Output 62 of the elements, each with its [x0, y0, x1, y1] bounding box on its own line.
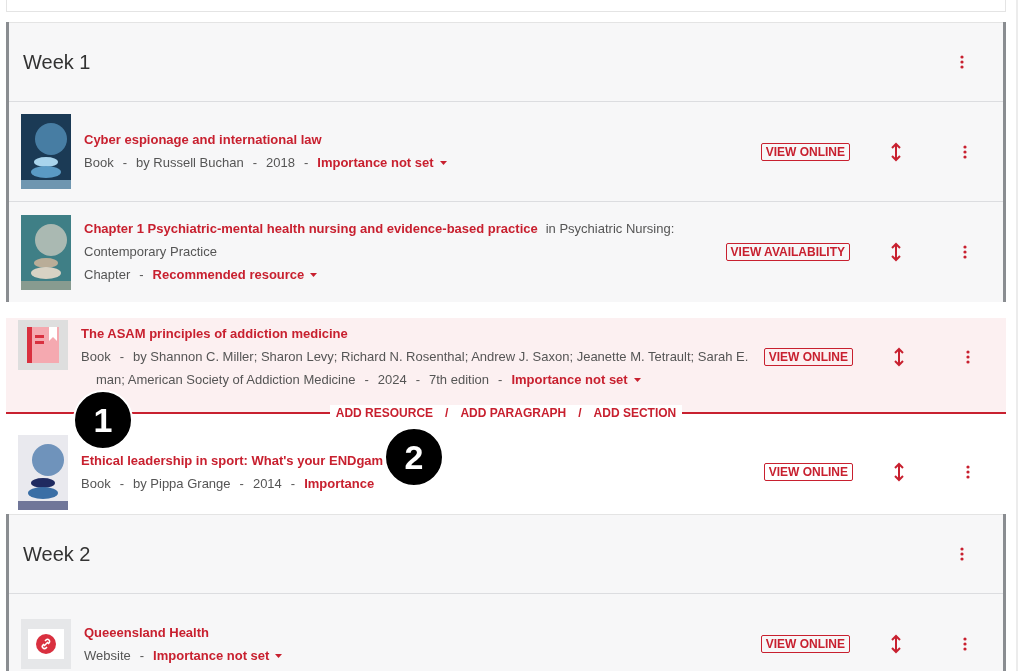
year: 2018: [266, 155, 295, 170]
year: 2024: [377, 372, 407, 387]
add-link[interactable]: ADD RESOURCE: [335, 405, 434, 421]
importance-dropdown[interactable]: Recommended resource: [152, 266, 318, 284]
action-button[interactable]: VIEW ONLINE: [763, 348, 853, 366]
edition: 7th edition: [429, 372, 490, 387]
add-link[interactable]: ADD PARAGRAPH: [460, 405, 567, 421]
action-button[interactable]: VIEW AVAILABILITY: [725, 243, 850, 261]
resource-type: Chapter: [84, 267, 131, 282]
resource-title[interactable]: Chapter 1 Psychiatric-mental health nursing and evidence-based practice: [84, 220, 538, 238]
resource-context: Contemporary Practice: [84, 243, 217, 261]
action-button[interactable]: VIEW ONLINE: [763, 463, 853, 481]
resource-type: Website: [84, 647, 131, 663]
section-title: Week 2: [23, 542, 91, 567]
action-button[interactable]: VIEW ONLINE: [760, 142, 850, 161]
separator: -: [239, 475, 244, 491]
importance-dropdown[interactable]: Importance: [304, 474, 375, 493]
separator: -: [364, 372, 369, 387]
importance-dropdown[interactable]: Importance not set: [153, 646, 283, 665]
importance-dropdown[interactable]: Importance not set: [317, 154, 447, 172]
section-title: Week 1: [23, 50, 91, 75]
separator: -: [119, 475, 124, 491]
separator: /: [578, 405, 582, 421]
separator: -: [498, 372, 503, 387]
reorder-icon[interactable]: [890, 634, 902, 654]
more-options-icon[interactable]: [964, 349, 972, 365]
reorder-icon[interactable]: [893, 462, 905, 482]
more-options-icon[interactable]: [961, 143, 969, 160]
reorder-icon[interactable]: [890, 242, 902, 262]
resource-title[interactable]: Ethical leadership in sport: What's your ENDgam: [81, 451, 384, 470]
more-options-icon[interactable]: [958, 54, 966, 70]
author-names: by Shannon C. Miller; Sharon Levy; Richard N. Rosenthal; Andrew J. Saxon; Jeanette M. Tetrault; Sarah E.: [133, 349, 749, 364]
add-link[interactable]: ADD SECTION: [593, 405, 677, 421]
separator: -: [415, 372, 421, 387]
importance-dropdown[interactable]: Importance not set: [511, 371, 641, 389]
resource-type: Book: [81, 349, 111, 364]
more-options-icon[interactable]: [961, 244, 969, 260]
resource-type: Book: [84, 155, 114, 170]
separator: -: [303, 155, 309, 170]
year: 2014: [252, 475, 282, 491]
resource-title[interactable]: The ASAM principles of addiction medicine: [81, 325, 348, 343]
separator: /: [445, 405, 449, 421]
reorder-icon[interactable]: [890, 141, 902, 162]
resource-title[interactable]: Queeensland Health: [84, 623, 209, 642]
separator: -: [119, 349, 124, 364]
author-names: by Russell Buchan: [136, 155, 244, 170]
more-options-icon[interactable]: [964, 464, 972, 480]
author-names: by Pippa Grange: [133, 475, 231, 491]
more-options-icon[interactable]: [961, 636, 969, 652]
book-icon: [18, 320, 68, 370]
separator: -: [252, 155, 257, 170]
separator: -: [290, 475, 296, 491]
separator: -: [139, 647, 145, 663]
reorder-icon[interactable]: [893, 347, 905, 367]
resource-type: Book: [81, 475, 111, 491]
separator: -: [139, 267, 144, 282]
resource-title[interactable]: Cyber espionage and international law: [84, 131, 322, 149]
more-options-icon[interactable]: [958, 546, 966, 562]
separator: -: [122, 155, 127, 170]
action-button[interactable]: VIEW ONLINE: [760, 635, 850, 653]
author-names: man; American Society of Addiction Medicine: [96, 372, 356, 387]
resource-context: in Psychiatric Nursing:: [545, 220, 675, 238]
